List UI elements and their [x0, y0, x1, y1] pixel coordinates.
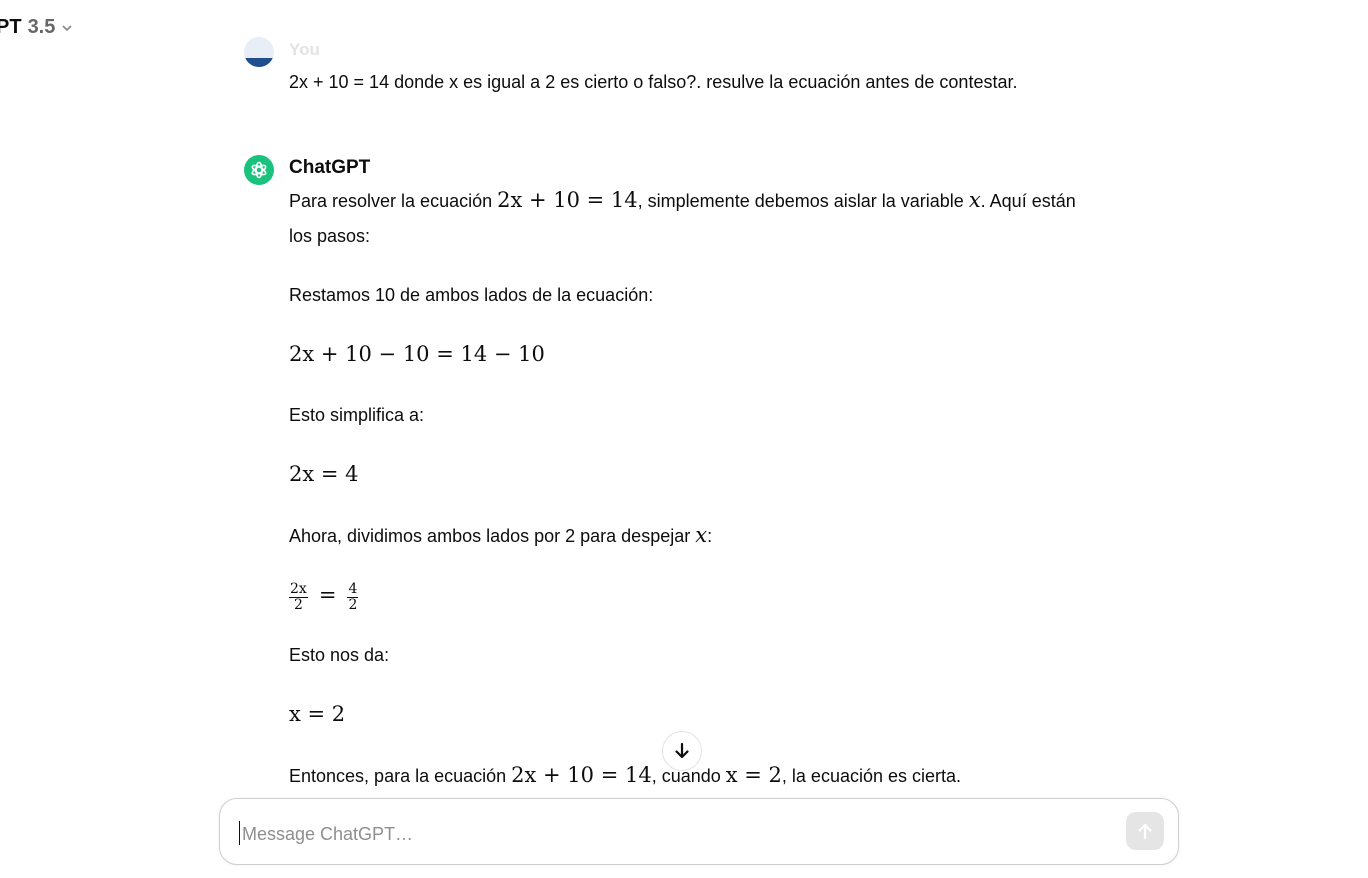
arrow-down-icon	[675, 742, 689, 759]
answer-text: Ahora, dividimos ambos lados por 2 para …	[289, 526, 696, 546]
chevron-down-icon	[62, 24, 72, 31]
answer-text: . Aquí están	[980, 191, 1076, 211]
conclusion: Entonces, para la ecuación 2x + 10 = 14,…	[289, 757, 961, 794]
math-variable: x	[968, 188, 981, 212]
message-input[interactable]	[240, 819, 1104, 849]
answer-intro: Para resolver la ecuación 2x + 10 = 14, …	[289, 182, 1076, 219]
fraction-left: 2x 2	[289, 580, 308, 613]
fraction-right: 4 2	[347, 580, 359, 613]
user-avatar	[244, 37, 274, 67]
step-text: Esto simplifica a:	[289, 405, 425, 425]
answer-text: :	[707, 526, 713, 546]
math-expression: 2x + 10 = 14	[497, 188, 638, 212]
user-sender-label: You	[289, 40, 320, 59]
denominator: 2	[293, 596, 303, 613]
message-composer	[219, 798, 1179, 865]
user-message: 2x + 10 = 14 donde x es igual a 2 es cie…	[289, 72, 1018, 92]
math-expression: x = 2	[725, 763, 782, 787]
answer-text: , la ecuación es cierta.	[781, 766, 962, 786]
numerator: 4	[347, 580, 359, 598]
step-text: Esto nos da:	[289, 645, 390, 665]
send-button[interactable]	[1126, 812, 1164, 850]
math-fraction-block: 2x 2 = 4 2	[289, 577, 359, 614]
answer-text: , simplemente debemos aislar la variable	[637, 191, 969, 211]
openai-logo-icon	[244, 155, 274, 185]
scroll-to-bottom-button[interactable]	[662, 731, 702, 771]
math-expression: 2x + 10 = 14	[511, 763, 652, 787]
math-variable: x	[695, 523, 708, 547]
step-text: Ahora, dividimos ambos lados por 2 para …	[289, 517, 712, 554]
math-block: 2x = 4	[289, 462, 359, 486]
denominator: 2	[348, 596, 358, 613]
numerator: 2x	[289, 580, 308, 598]
model-selector[interactable]: PT 3.5	[0, 16, 73, 39]
model-version: 3.5	[27, 16, 56, 38]
equals-sign: =	[318, 583, 337, 607]
model-name: PT	[0, 16, 22, 38]
math-block: 2x + 10 − 10 = 14 − 10	[289, 342, 545, 366]
math-block: x = 2	[289, 702, 346, 726]
assistant-sender-label: ChatGPT	[289, 157, 371, 178]
answer-text: los pasos:	[289, 226, 371, 246]
step-text: Restamos 10 de ambos lados de la ecuació…	[289, 285, 654, 305]
arrow-up-icon	[1138, 823, 1152, 840]
answer-text: Para resolver la ecuación	[289, 191, 498, 211]
answer-text: Entonces, para la ecuación	[289, 766, 512, 786]
